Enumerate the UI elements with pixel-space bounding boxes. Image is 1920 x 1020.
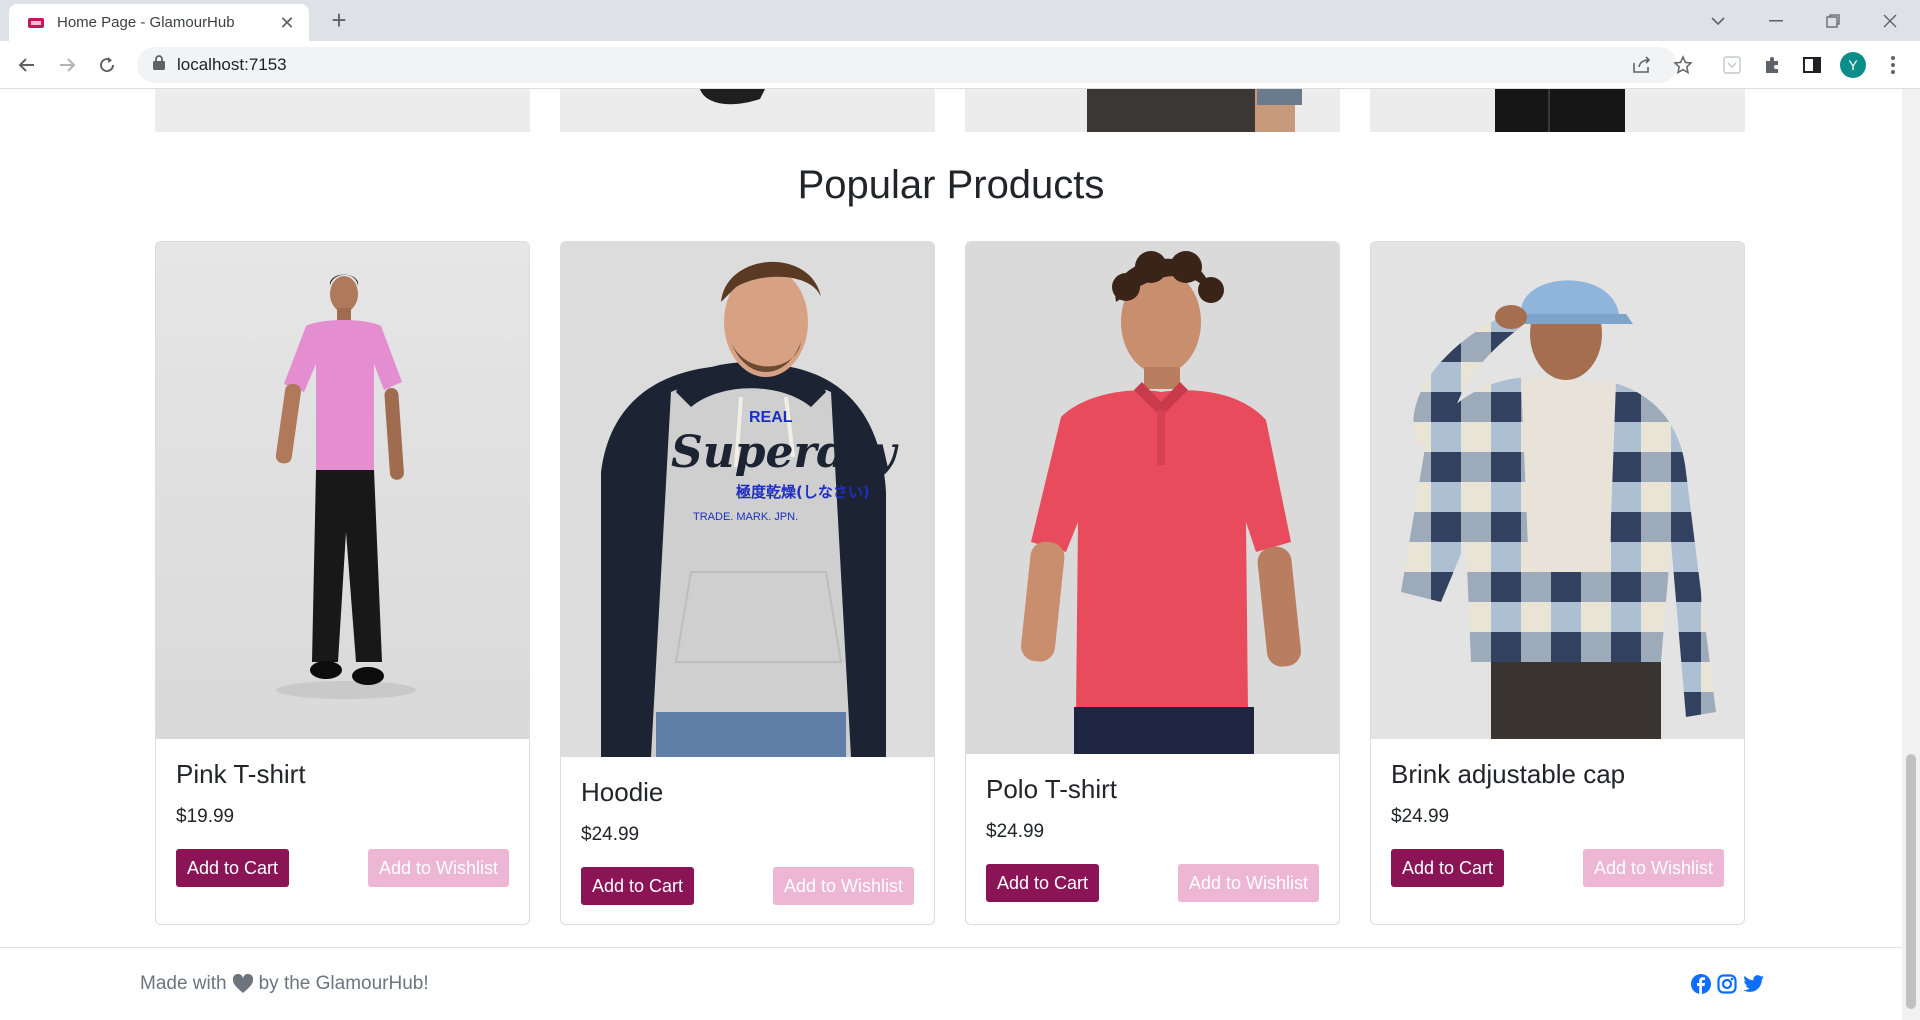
restore-button[interactable] xyxy=(1810,6,1856,36)
forward-arrow-icon[interactable] xyxy=(52,50,82,80)
profile-avatar[interactable]: Y xyxy=(1838,50,1868,80)
product-price: $19.99 xyxy=(176,806,235,827)
browser-menu-kebab-icon[interactable] xyxy=(1878,50,1908,80)
tab-title: Home Page - GlamourHub xyxy=(57,14,235,31)
browser-tab-strip: Home Page - GlamourHub ✕ + xyxy=(0,0,1920,41)
product-price: $24.99 xyxy=(1391,806,1450,827)
product-image-hoodie[interactable]: REAL Superdry 極度乾燥(しなさい) TRADE. MARK. JP… xyxy=(561,242,934,757)
hoodie-print-line1: REAL xyxy=(749,409,793,426)
add-to-wishlist-button[interactable]: Add to Wishlist xyxy=(367,849,509,887)
page-scrollbar[interactable] xyxy=(1902,89,1920,1020)
add-to-cart-button[interactable]: Add to Cart xyxy=(986,864,1100,902)
add-to-wishlist-button[interactable]: Add to Wishlist xyxy=(772,867,914,905)
hoodie-print-line3: 極度乾燥(しなさい) xyxy=(735,483,870,501)
footer-made-with: Made with xyxy=(140,973,227,994)
lock-icon[interactable] xyxy=(153,55,165,75)
section-title: Popular Products xyxy=(797,163,1105,207)
product-card: Polo T-shirt $24.99 Add to Cart Add to W… xyxy=(965,241,1340,925)
twitter-icon[interactable] xyxy=(1742,973,1764,995)
product-price: $24.99 xyxy=(986,821,1045,842)
side-panel-icon[interactable] xyxy=(1797,50,1827,80)
url-text: localhost:7153 xyxy=(177,55,287,74)
add-to-cart-button[interactable]: Add to Cart xyxy=(581,867,695,905)
product-card: Pink T-shirt $19.99 Add to Cart Add to W… xyxy=(155,241,530,925)
product-price: $24.99 xyxy=(581,824,640,845)
product-image-brink-cap[interactable] xyxy=(1371,242,1744,739)
hoodie-print-line2: Superdry xyxy=(671,427,900,478)
previous-row-image-1 xyxy=(155,89,530,132)
browser-tab-active[interactable]: Home Page - GlamourHub ✕ xyxy=(9,4,309,41)
product-name[interactable]: Pink T-shirt xyxy=(176,759,509,790)
previous-row-image-4 xyxy=(1370,89,1745,132)
bookmark-star-icon[interactable] xyxy=(1668,50,1698,80)
extensions-puzzle-icon[interactable] xyxy=(1757,50,1787,80)
product-image-pink-tshirt[interactable] xyxy=(156,242,529,739)
heart-icon xyxy=(232,974,254,994)
new-tab-button[interactable]: + xyxy=(324,6,354,36)
previous-row-image-2 xyxy=(560,89,935,132)
add-to-wishlist-button[interactable]: Add to Wishlist xyxy=(1582,849,1724,887)
close-tab-icon[interactable]: ✕ xyxy=(277,13,297,33)
share-icon[interactable] xyxy=(1627,50,1657,80)
product-card: REAL Superdry 極度乾燥(しなさい) TRADE. MARK. JP… xyxy=(560,241,935,925)
product-card: Brink adjustable cap $24.99 Add to Cart … xyxy=(1370,241,1745,925)
reload-icon[interactable] xyxy=(92,50,122,80)
add-to-wishlist-button[interactable]: Add to Wishlist xyxy=(1177,864,1319,902)
scrollbar-thumb[interactable] xyxy=(1906,754,1916,1009)
profile-initial: Y xyxy=(1840,52,1866,78)
close-window-button[interactable] xyxy=(1867,6,1913,36)
footer-credit: Made with by the GlamourHub! xyxy=(140,973,429,995)
product-name[interactable]: Brink adjustable cap xyxy=(1391,759,1724,790)
add-to-cart-button[interactable]: Add to Cart xyxy=(1391,849,1505,887)
instagram-icon[interactable] xyxy=(1716,973,1738,995)
facebook-icon[interactable] xyxy=(1690,973,1712,995)
product-name[interactable]: Hoodie xyxy=(581,777,914,808)
minimize-button[interactable] xyxy=(1753,6,1799,36)
extension-pocket-icon[interactable] xyxy=(1717,50,1747,80)
back-arrow-icon[interactable] xyxy=(12,50,42,80)
add-to-cart-button[interactable]: Add to Cart xyxy=(176,849,290,887)
footer-by-text: by the GlamourHub! xyxy=(258,973,429,994)
glamourhub-favicon-icon xyxy=(27,16,45,30)
previous-row-image-3 xyxy=(965,89,1340,132)
address-bar[interactable]: localhost:7153 xyxy=(137,47,1677,83)
product-image-polo-tshirt[interactable] xyxy=(966,242,1339,754)
browser-toolbar: localhost:7153 Y xyxy=(0,41,1920,89)
footer-divider xyxy=(0,947,1902,948)
product-name[interactable]: Polo T-shirt xyxy=(986,774,1319,805)
page-viewport: Popular Products Pink T-shirt $19.99 Add… xyxy=(0,89,1902,1020)
hoodie-print-line4: TRADE. MARK. JPN. xyxy=(693,511,798,523)
social-links xyxy=(1690,973,1764,995)
tab-search-chevron-icon[interactable] xyxy=(1695,6,1741,36)
